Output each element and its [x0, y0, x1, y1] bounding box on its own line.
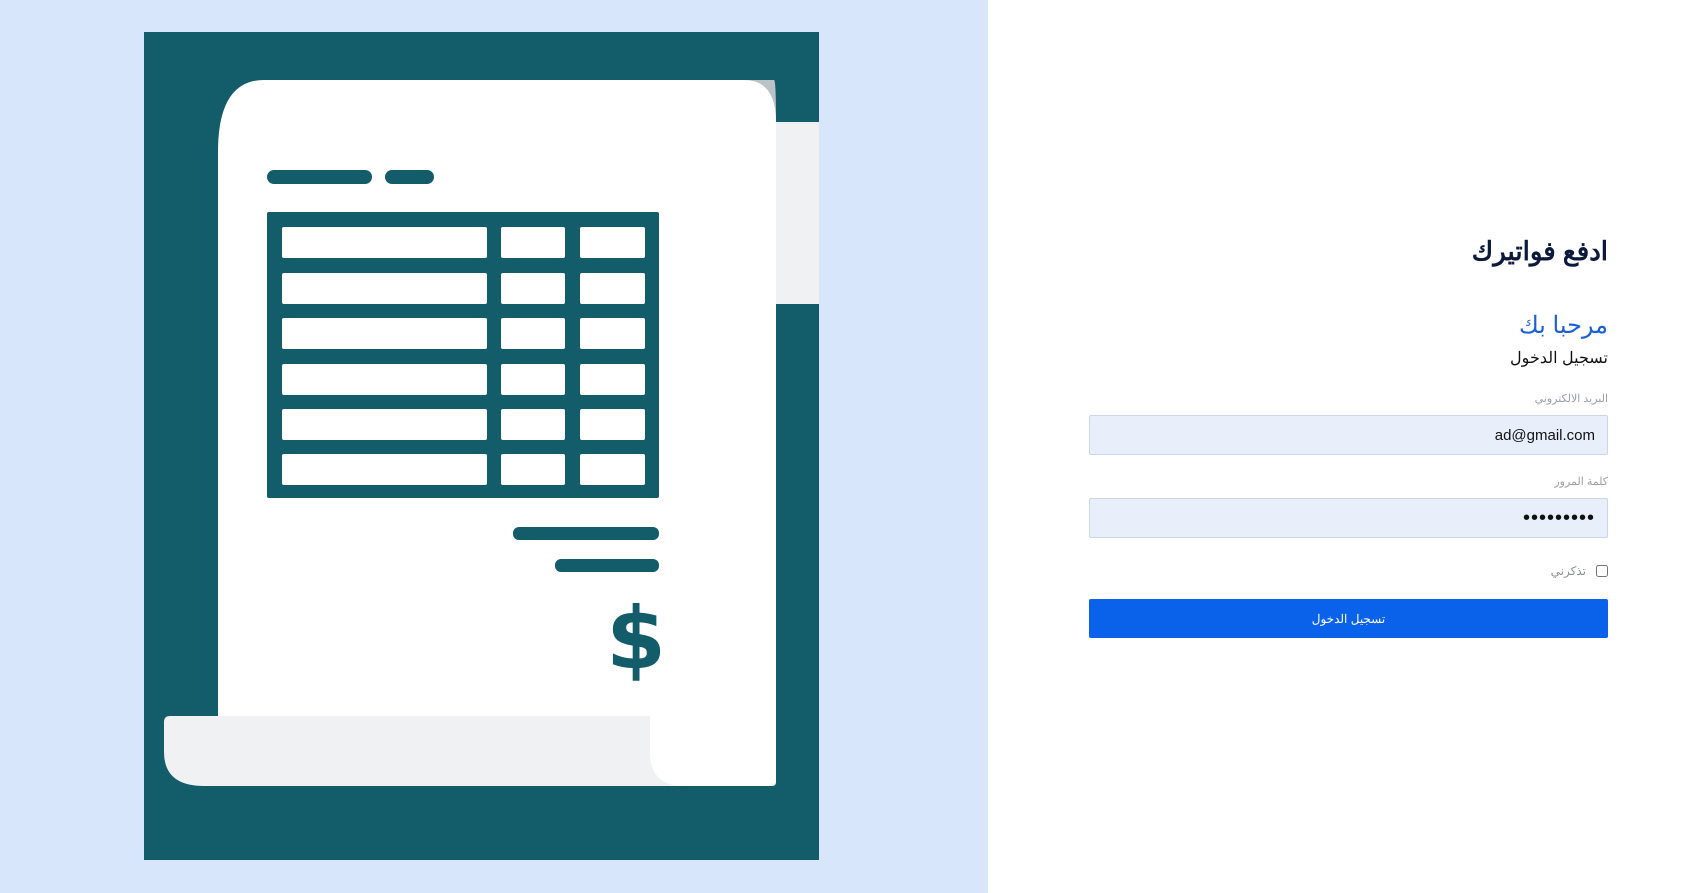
login-panel: ادفع فواتيرك مرحبا بك تسجيل الدخول البري…: [988, 0, 1699, 893]
illustration-panel: $: [0, 0, 988, 893]
email-field[interactable]: [1089, 415, 1608, 455]
invoice-illustration: $: [144, 32, 819, 860]
password-field[interactable]: [1089, 498, 1608, 538]
login-form: ادفع فواتيرك مرحبا بك تسجيل الدخول البري…: [1089, 230, 1608, 638]
remember-me-checkbox[interactable]: [1596, 565, 1608, 577]
dollar-sign-icon: $: [606, 589, 666, 689]
header-line-short: [385, 170, 434, 184]
login-subtitle: تسجيل الدخول: [1510, 350, 1608, 367]
remember-me-label: تذكرني: [1550, 564, 1586, 578]
login-button[interactable]: تسجيل الدخول: [1089, 599, 1608, 638]
app-title: ادفع فواتيرك: [1471, 236, 1608, 266]
password-label: كلمة المرور: [1554, 476, 1608, 488]
paper-curl-bottom-icon: [164, 716, 684, 786]
total-line-short: [555, 559, 659, 572]
login-page: $ ادفع فواتيرك مرحبا بك تسجيل الدخول الب…: [0, 0, 1699, 893]
welcome-heading: مرحبا بك: [1518, 312, 1608, 339]
header-line-long: [267, 170, 372, 184]
remember-me-row: تذكرني: [1089, 562, 1608, 580]
total-line-long: [513, 527, 659, 540]
email-label: البريد الالكتروني: [1534, 393, 1608, 405]
